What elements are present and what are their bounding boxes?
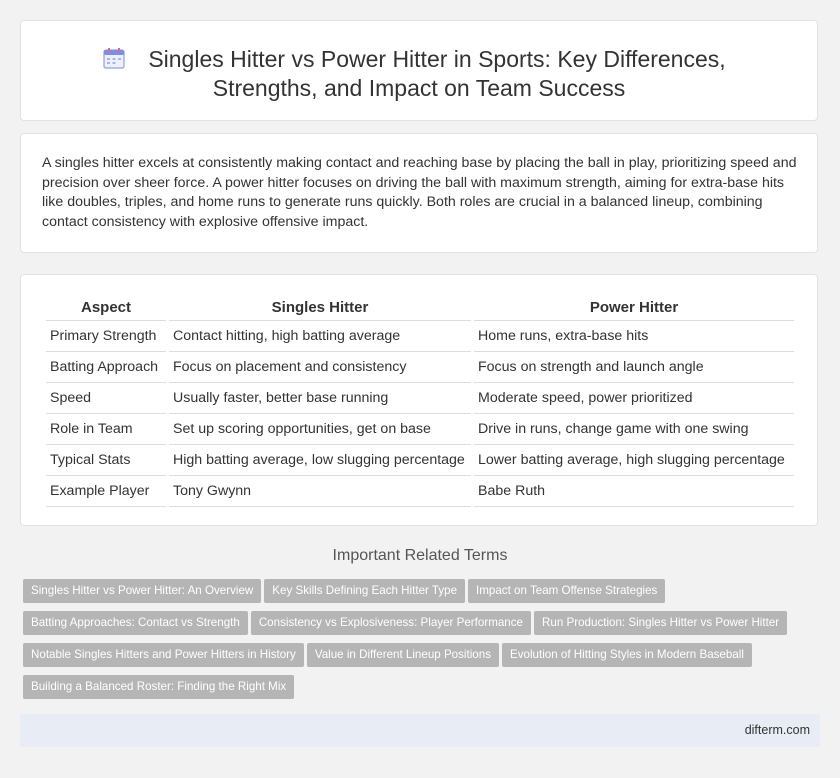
table-cell: Lower batting average, high slugging per… [474, 445, 794, 476]
related-term-tag[interactable]: Consistency vs Explosiveness: Player Per… [250, 611, 532, 635]
table-cell: Home runs, extra-base hits [474, 321, 794, 352]
table-header-row: Aspect Singles Hitter Power Hitter [46, 295, 794, 321]
header-power-hitter: Power Hitter [474, 295, 794, 321]
related-term-tag[interactable]: Building a Balanced Roster: Finding the … [23, 675, 295, 699]
page-title-line-1: Singles Hitter vs Power Hitter in Sports… [148, 46, 726, 72]
table-cell: Example Player [46, 476, 166, 507]
related-term-tag[interactable]: Singles Hitter vs Power Hitter: An Overv… [23, 579, 262, 603]
related-terms-list: Singles Hitter vs Power Hitter: An Overv… [23, 579, 823, 707]
table-cell: Primary Strength [46, 321, 166, 352]
related-term-tag[interactable]: Key Skills Defining Each Hitter Type [264, 579, 466, 603]
table-cell: Babe Ruth [474, 476, 794, 507]
table-cell: Drive in runs, change game with one swin… [474, 414, 794, 445]
table-row: Role in Team Set up scoring opportunitie… [46, 414, 794, 445]
table-cell: Usually faster, better base running [169, 383, 471, 414]
footer-site-link[interactable]: difterm.com [745, 723, 810, 737]
related-terms-title: Important Related Terms [332, 547, 508, 564]
related-term-tag[interactable]: Batting Approaches: Contact vs Strength [23, 611, 248, 635]
table-row: Typical Stats High batting average, low … [46, 445, 794, 476]
footer: difterm.com [20, 714, 820, 747]
table-cell: Role in Team [46, 414, 166, 445]
comparison-table: Aspect Singles Hitter Power Hitter Prima… [43, 295, 797, 507]
table-cell: Set up scoring opportunities, get on bas… [169, 414, 471, 445]
table-cell: Tony Gwynn [169, 476, 471, 507]
comparison-card: Aspect Singles Hitter Power Hitter Prima… [20, 274, 818, 526]
related-term-tag[interactable]: Evolution of Hitting Styles in Modern Ba… [502, 643, 752, 667]
header-singles-hitter: Singles Hitter [169, 295, 471, 321]
table-cell: Speed [46, 383, 166, 414]
related-term-tag[interactable]: Run Production: Singles Hitter vs Power … [534, 611, 788, 635]
page-title-line-2: Strengths, and Impact on Team Success [212, 75, 626, 101]
related-term-tag[interactable]: Notable Singles Hitters and Power Hitter… [23, 643, 304, 667]
related-term-tag[interactable]: Impact on Team Offense Strategies [468, 579, 666, 603]
related-term-tag[interactable]: Value in Different Lineup Positions [306, 643, 499, 667]
header-aspect: Aspect [46, 295, 166, 321]
table-cell: Typical Stats [46, 445, 166, 476]
table-row: Primary Strength Contact hitting, high b… [46, 321, 794, 352]
table-cell: Contact hitting, high batting average [169, 321, 471, 352]
page-title: Singles Hitter vs Power Hitter in Sports… [21, 45, 817, 103]
table-cell: Moderate speed, power prioritized [474, 383, 794, 414]
table-cell: High batting average, low slugging perce… [169, 445, 471, 476]
table-cell: Batting Approach [46, 352, 166, 383]
table-cell: Focus on strength and launch angle [474, 352, 794, 383]
table-row: Example Player Tony Gwynn Babe Ruth [46, 476, 794, 507]
intro-card: A singles hitter excels at consistently … [20, 133, 818, 253]
intro-paragraph: A singles hitter excels at consistently … [42, 155, 797, 230]
table-row: Speed Usually faster, better base runnin… [46, 383, 794, 414]
table-cell: Focus on placement and consistency [169, 352, 471, 383]
title-card: Singles Hitter vs Power Hitter in Sports… [20, 20, 818, 121]
table-row: Batting Approach Focus on placement and … [46, 352, 794, 383]
